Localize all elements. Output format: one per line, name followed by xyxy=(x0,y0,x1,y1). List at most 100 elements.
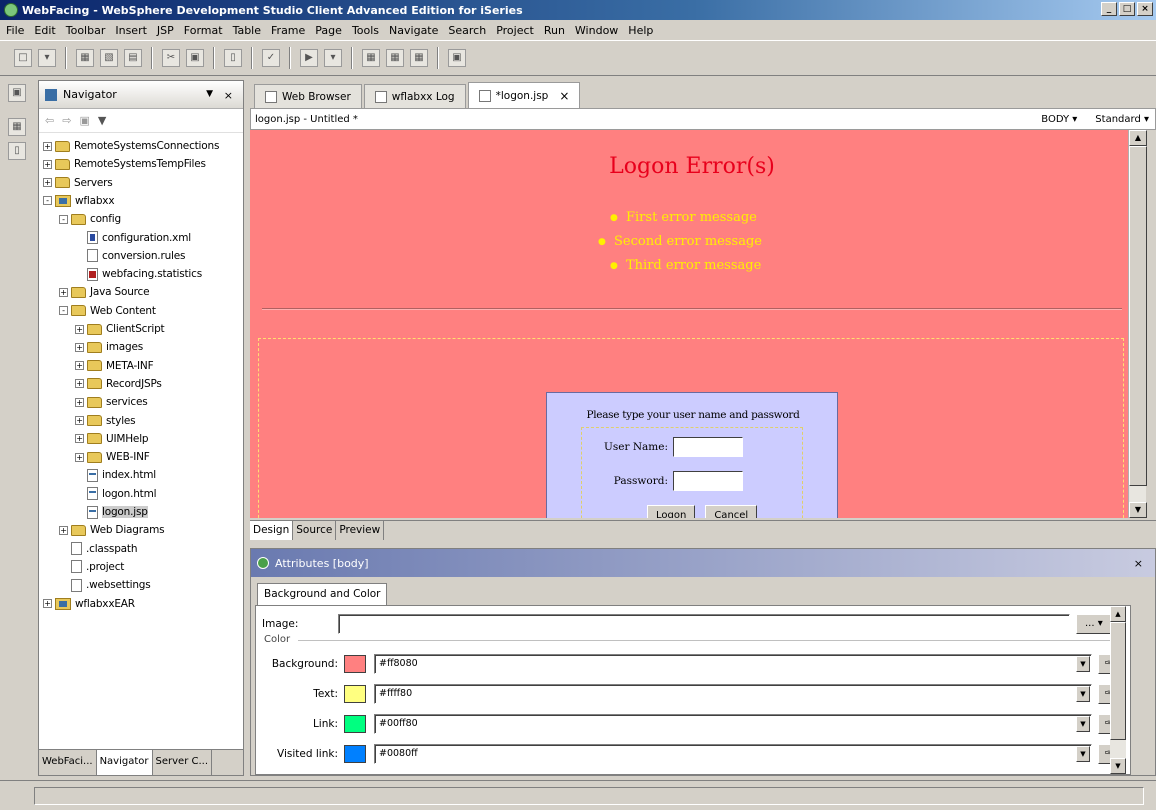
print-icon[interactable]: ▤ xyxy=(124,49,142,67)
background-swatch[interactable] xyxy=(344,655,366,673)
tab-design[interactable]: Design xyxy=(250,521,294,540)
menu-help[interactable]: Help xyxy=(628,24,653,37)
menu-frame[interactable]: Frame xyxy=(271,24,305,37)
tab-web-browser[interactable]: Web Browser xyxy=(254,84,362,108)
password-input[interactable] xyxy=(673,471,743,491)
menu-toolbar[interactable]: Toolbar xyxy=(66,24,106,37)
scroll-down-icon[interactable]: ▼ xyxy=(1110,758,1126,774)
menu-insert[interactable]: Insert xyxy=(115,24,147,37)
tree-item[interactable]: + WEB-INF xyxy=(75,448,150,466)
expand-icon[interactable]: + xyxy=(75,452,84,462)
minimize-button[interactable]: _ xyxy=(1101,2,1117,16)
collapse-icon[interactable]: - xyxy=(59,306,68,316)
username-input[interactable] xyxy=(673,437,743,457)
save-all-icon[interactable]: ▧ xyxy=(100,49,118,67)
expand-icon[interactable]: + xyxy=(75,379,84,389)
check-icon[interactable]: ✓ xyxy=(262,49,280,67)
run-dropdown-icon[interactable]: ▾ xyxy=(324,49,342,67)
tree-item[interactable]: + RemoteSystemsTempFiles xyxy=(43,155,206,173)
tree-item[interactable]: logon.html xyxy=(75,485,157,503)
tree-item[interactable]: + RemoteSystemsConnections xyxy=(43,137,219,155)
tree-item[interactable]: .websettings xyxy=(59,576,151,594)
mode-select[interactable]: Standard ▾ xyxy=(1095,114,1149,125)
expand-icon[interactable]: + xyxy=(75,324,84,334)
collapse-icon[interactable]: - xyxy=(43,196,52,206)
logon-button[interactable]: Logon xyxy=(647,505,696,518)
scroll-up-icon[interactable]: ▲ xyxy=(1110,606,1126,622)
expand-icon[interactable]: + xyxy=(59,525,68,535)
link-swatch[interactable] xyxy=(344,715,366,733)
expand-icon[interactable]: + xyxy=(43,141,52,151)
tab-preview[interactable]: Preview xyxy=(336,521,385,540)
tree-item[interactable]: + ClientScript xyxy=(75,320,165,338)
expand-icon[interactable]: + xyxy=(75,416,84,425)
expand-icon[interactable]: + xyxy=(75,361,84,371)
back-icon[interactable]: ⇦ xyxy=(45,114,54,127)
table-icon[interactable]: ▦ xyxy=(362,49,380,67)
scroll-down-icon[interactable]: ▼ xyxy=(1129,502,1147,518)
new-icon[interactable]: □ xyxy=(14,49,32,67)
attributes-scrollbar[interactable]: ▲ ▼ xyxy=(1110,606,1126,774)
cut-icon[interactable]: ✂ xyxy=(162,49,180,67)
new-dropdown-icon[interactable]: ▾ xyxy=(38,49,56,67)
tree-item[interactable]: configuration.xml xyxy=(75,229,191,247)
resource-perspective-icon[interactable]: ▯ xyxy=(8,142,26,160)
tree-item[interactable]: + services xyxy=(75,393,148,411)
tree-item[interactable]: + RecordJSPs xyxy=(75,375,162,393)
tab-navigator[interactable]: Navigator xyxy=(96,750,153,775)
tree-item[interactable]: + Java Source xyxy=(59,283,150,301)
tree-item[interactable]: logon.jsp xyxy=(75,503,148,521)
link-color-select[interactable]: #00ff80 ▼ xyxy=(374,714,1092,734)
paste-icon[interactable]: ▣ xyxy=(186,49,204,67)
tree-item[interactable]: + META-INF xyxy=(75,357,154,375)
up-icon[interactable]: ▣ xyxy=(79,114,89,127)
tree-item[interactable]: + Web Diagrams xyxy=(59,521,165,539)
design-canvas[interactable]: Logon Error(s) First error message Secon… xyxy=(250,130,1134,518)
visited-link-color-select[interactable]: #0080ff ▼ xyxy=(374,744,1092,764)
scroll-thumb[interactable] xyxy=(1110,622,1126,740)
tab-webfacing[interactable]: WebFaci... xyxy=(39,750,97,775)
menu-search[interactable]: Search xyxy=(448,24,486,37)
navigator-close-icon[interactable]: × xyxy=(224,89,233,102)
tree-item[interactable]: + wflabxxEAR xyxy=(43,595,135,613)
text-swatch[interactable] xyxy=(344,685,366,703)
expand-icon[interactable]: + xyxy=(43,178,52,188)
close-button[interactable]: × xyxy=(1137,2,1153,16)
tab-source[interactable]: Source xyxy=(293,521,337,540)
tree-item[interactable]: + UIMHelp xyxy=(75,430,149,448)
tree-item[interactable]: + styles xyxy=(75,412,136,430)
cancel-button[interactable]: Cancel xyxy=(705,505,758,518)
run-icon[interactable]: ▶ xyxy=(300,49,318,67)
chevron-down-icon[interactable]: ▼ xyxy=(1076,746,1090,762)
web-perspective-icon[interactable]: ▦ xyxy=(8,118,26,136)
open-perspective-icon[interactable]: ▣ xyxy=(8,84,26,102)
page-icon[interactable]: ▯ xyxy=(224,49,242,67)
tree-item[interactable]: - Web Content xyxy=(59,302,156,320)
menu-edit[interactable]: Edit xyxy=(34,24,55,37)
menu-tools[interactable]: Tools xyxy=(352,24,379,37)
tree-item[interactable]: index.html xyxy=(75,466,156,484)
expand-icon[interactable]: + xyxy=(43,159,52,169)
menu-navigate[interactable]: Navigate xyxy=(389,24,438,37)
view-menu-icon[interactable]: ▼ xyxy=(206,89,213,99)
menu-file[interactable]: File xyxy=(6,24,24,37)
text-color-select[interactable]: #ffff80 ▼ xyxy=(374,684,1092,704)
visited-link-swatch[interactable] xyxy=(344,745,366,763)
menu-format[interactable]: Format xyxy=(184,24,223,37)
table-col-icon[interactable]: ▦ xyxy=(410,49,428,67)
menu-table[interactable]: Table xyxy=(233,24,261,37)
expand-icon[interactable]: + xyxy=(75,397,84,407)
expand-icon[interactable]: + xyxy=(75,342,84,352)
chevron-down-icon[interactable]: ▼ xyxy=(1076,656,1090,672)
menu-project[interactable]: Project xyxy=(496,24,534,37)
tag-select[interactable]: BODY ▾ xyxy=(1041,114,1077,125)
menu-jsp[interactable]: JSP xyxy=(157,24,174,37)
tree-item[interactable]: .project xyxy=(59,558,124,576)
tree-item[interactable]: + Servers xyxy=(43,174,113,192)
scroll-thumb[interactable] xyxy=(1129,146,1147,486)
collapse-icon[interactable]: - xyxy=(59,214,68,224)
expand-icon[interactable]: + xyxy=(59,287,68,297)
tree-item[interactable]: + images xyxy=(75,338,143,356)
tree-item[interactable]: - wflabxx xyxy=(43,192,115,210)
forward-icon[interactable]: ⇨ xyxy=(62,114,71,127)
